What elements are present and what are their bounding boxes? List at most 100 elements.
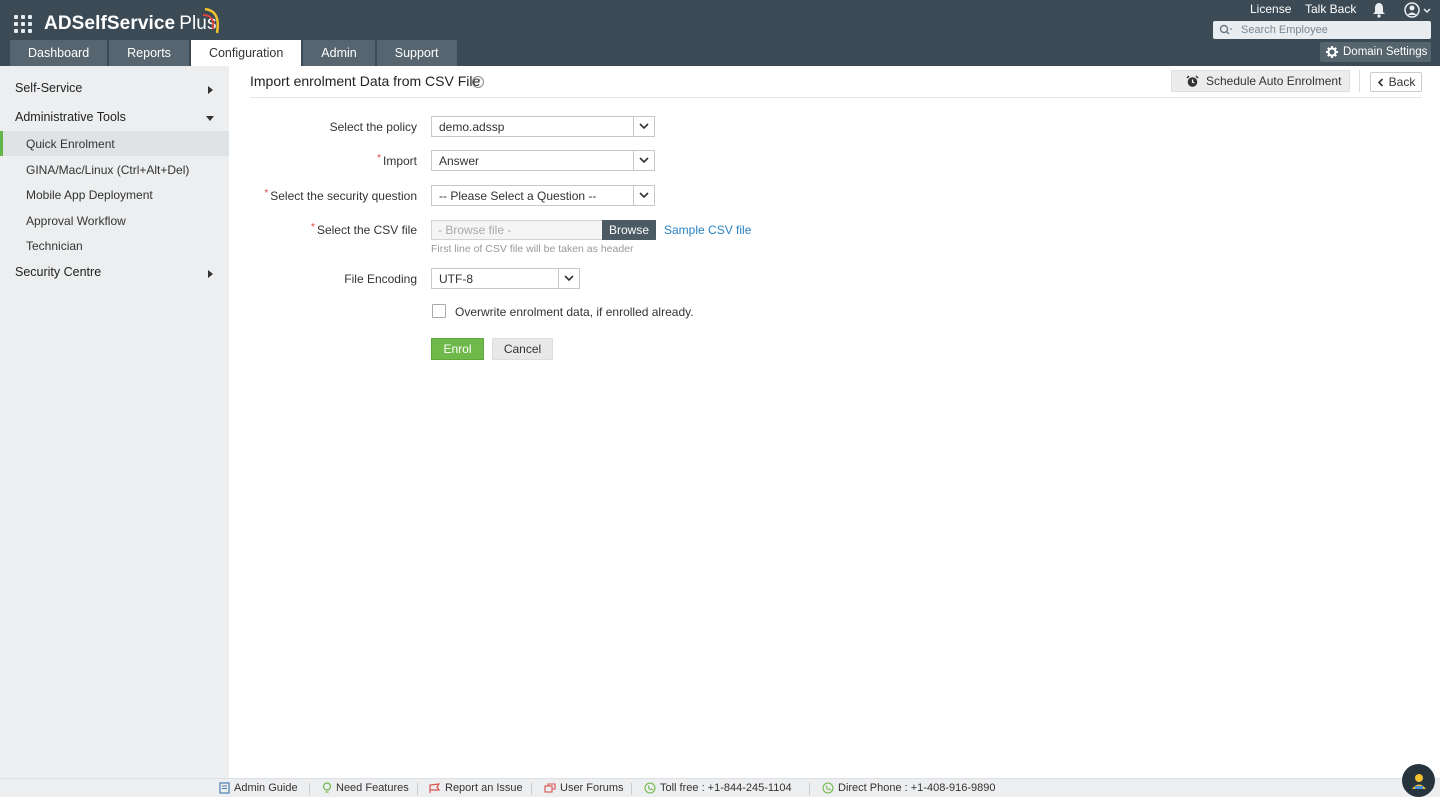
sidebar: Self-Service Administrative Tools Quick … — [0, 66, 229, 778]
chevron-right-icon — [208, 86, 213, 94]
cancel-button[interactable]: Cancel — [492, 338, 553, 360]
policy-label: Select the policy — [330, 120, 417, 134]
import-select-value: Answer — [439, 153, 480, 168]
license-link[interactable]: License — [1250, 2, 1291, 16]
tab-reports[interactable]: Reports — [109, 40, 189, 66]
top-header: ADSelfService Plus License Talk Back Sea… — [0, 0, 1440, 66]
need-features-link[interactable]: Need Features — [322, 782, 409, 794]
schedule-auto-enrolment-button[interactable]: Schedule Auto Enrolment — [1171, 70, 1350, 92]
required-mark: * — [377, 153, 381, 164]
policy-select[interactable]: demo.adssp — [431, 116, 655, 137]
tab-dashboard[interactable]: Dashboard — [10, 40, 108, 66]
talk-back-link[interactable]: Talk Back — [1305, 2, 1356, 16]
search-input[interactable] — [1241, 21, 1427, 39]
footer-divider — [417, 783, 418, 795]
phone-icon — [822, 782, 834, 794]
tab-support[interactable]: Support — [376, 40, 457, 66]
admin-guide-link[interactable]: Admin Guide — [219, 782, 298, 794]
domain-settings-label: Domain Settings — [1343, 46, 1428, 58]
enrol-button[interactable]: Enrol — [431, 338, 484, 360]
csv-file-placeholder: - Browse file - — [438, 223, 512, 237]
report-issue-link[interactable]: Report an Issue — [429, 782, 523, 794]
user-menu-icon[interactable] — [1404, 2, 1432, 18]
import-label-text: Import — [382, 154, 417, 168]
footer-divider — [309, 783, 310, 795]
book-icon — [219, 782, 230, 794]
sample-csv-link[interactable]: Sample CSV file — [664, 223, 751, 237]
browse-button[interactable]: Browse — [602, 220, 656, 240]
policy-select-value: demo.adssp — [439, 119, 505, 134]
user-forums-label: User Forums — [560, 782, 624, 794]
import-select[interactable]: Answer — [431, 150, 655, 171]
app-logo: ADSelfService Plus — [44, 13, 217, 35]
security-question-select[interactable]: -- Please Select a Question -- — [431, 185, 655, 206]
import-label: * Import — [377, 153, 417, 168]
sidebar-self-service[interactable]: Self-Service — [15, 81, 82, 95]
chevron-down-icon — [633, 151, 654, 170]
sidebar-administrative-tools[interactable]: Administrative Tools — [15, 110, 126, 124]
need-features-label: Need Features — [336, 782, 409, 794]
bell-icon[interactable] — [1372, 2, 1386, 18]
footer-divider — [531, 783, 532, 795]
gear-icon — [1326, 46, 1338, 58]
chevron-right-icon — [208, 270, 213, 278]
app-grid-icon[interactable] — [14, 15, 32, 33]
security-question-label: * Select the security question — [264, 188, 417, 203]
file-encoding-label-text: File Encoding — [344, 272, 417, 286]
back-button[interactable]: Back — [1370, 72, 1422, 92]
report-flag-icon — [429, 782, 441, 793]
csv-file-label-text: Select the CSV file — [316, 223, 417, 237]
schedule-auto-enrolment-label: Schedule Auto Enrolment — [1206, 74, 1342, 88]
search-icon — [1219, 24, 1232, 35]
lightbulb-icon — [322, 782, 332, 793]
csv-file-input[interactable]: - Browse file - — [431, 220, 603, 240]
report-issue-label: Report an Issue — [445, 782, 523, 794]
chevron-down-icon — [206, 116, 214, 121]
chevron-down-icon — [633, 117, 654, 136]
help-icon[interactable]: ? — [472, 76, 484, 88]
footer-divider — [631, 783, 632, 795]
title-divider — [250, 97, 1422, 98]
overwrite-label[interactable]: Overwrite enrolment data, if enrolled al… — [455, 305, 694, 319]
sidebar-item-gina-mac-linux[interactable]: GINA/Mac/Linux (Ctrl+Alt+Del) — [0, 157, 229, 182]
domain-settings-button[interactable]: Domain Settings — [1320, 42, 1431, 62]
file-encoding-select[interactable]: UTF-8 — [431, 268, 580, 289]
policy-label-text: Select the policy — [329, 120, 417, 134]
security-question-label-text: Select the security question — [270, 189, 417, 203]
logo-main-text: ADSelfService — [44, 13, 176, 34]
phone-icon — [644, 782, 656, 794]
sidebar-item-technician[interactable]: Technician — [0, 233, 229, 258]
chevron-left-icon — [1377, 77, 1383, 87]
support-chat-icon[interactable] — [1402, 764, 1435, 797]
sidebar-item-quick-enrolment[interactable]: Quick Enrolment — [0, 131, 229, 156]
alarm-clock-icon — [1186, 74, 1199, 87]
direct-phone-label: Direct Phone : +1-408-916-9890 — [838, 782, 996, 794]
tab-configuration[interactable]: Configuration — [190, 40, 302, 66]
security-question-select-value: -- Please Select a Question -- — [439, 188, 597, 203]
main-tabs: Dashboard Reports Configuration Admin Su… — [10, 40, 459, 66]
toll-free-label: Toll free : +1-844-245-1104 — [660, 782, 792, 794]
forum-icon — [544, 782, 556, 793]
overwrite-checkbox[interactable] — [432, 304, 446, 318]
admin-guide-label: Admin Guide — [234, 782, 298, 794]
csv-file-label: * Select the CSV file — [311, 222, 417, 237]
logo-arc-icon — [202, 7, 219, 34]
footer-divider — [809, 783, 810, 795]
chevron-down-icon — [633, 186, 654, 205]
file-encoding-value: UTF-8 — [439, 271, 473, 286]
toll-free-phone: Toll free : +1-844-245-1104 — [644, 782, 792, 794]
chevron-down-icon — [558, 269, 579, 288]
sidebar-item-mobile-app-deployment[interactable]: Mobile App Deployment — [0, 182, 229, 207]
user-forums-link[interactable]: User Forums — [544, 782, 624, 794]
page-title: Import enrolment Data from CSV File — [250, 73, 481, 89]
sidebar-item-approval-workflow[interactable]: Approval Workflow — [0, 208, 229, 233]
sidebar-security-centre[interactable]: Security Centre — [15, 265, 101, 279]
back-label: Back — [1388, 75, 1416, 89]
employee-search[interactable] — [1213, 21, 1431, 39]
footer-bar: Admin Guide Need Features Report an Issu… — [0, 778, 1440, 797]
required-mark: * — [311, 222, 315, 233]
header-divider — [1359, 70, 1360, 92]
tab-admin[interactable]: Admin — [303, 40, 375, 66]
direct-phone: Direct Phone : +1-408-916-9890 — [822, 782, 995, 794]
file-encoding-label: File Encoding — [344, 272, 417, 286]
